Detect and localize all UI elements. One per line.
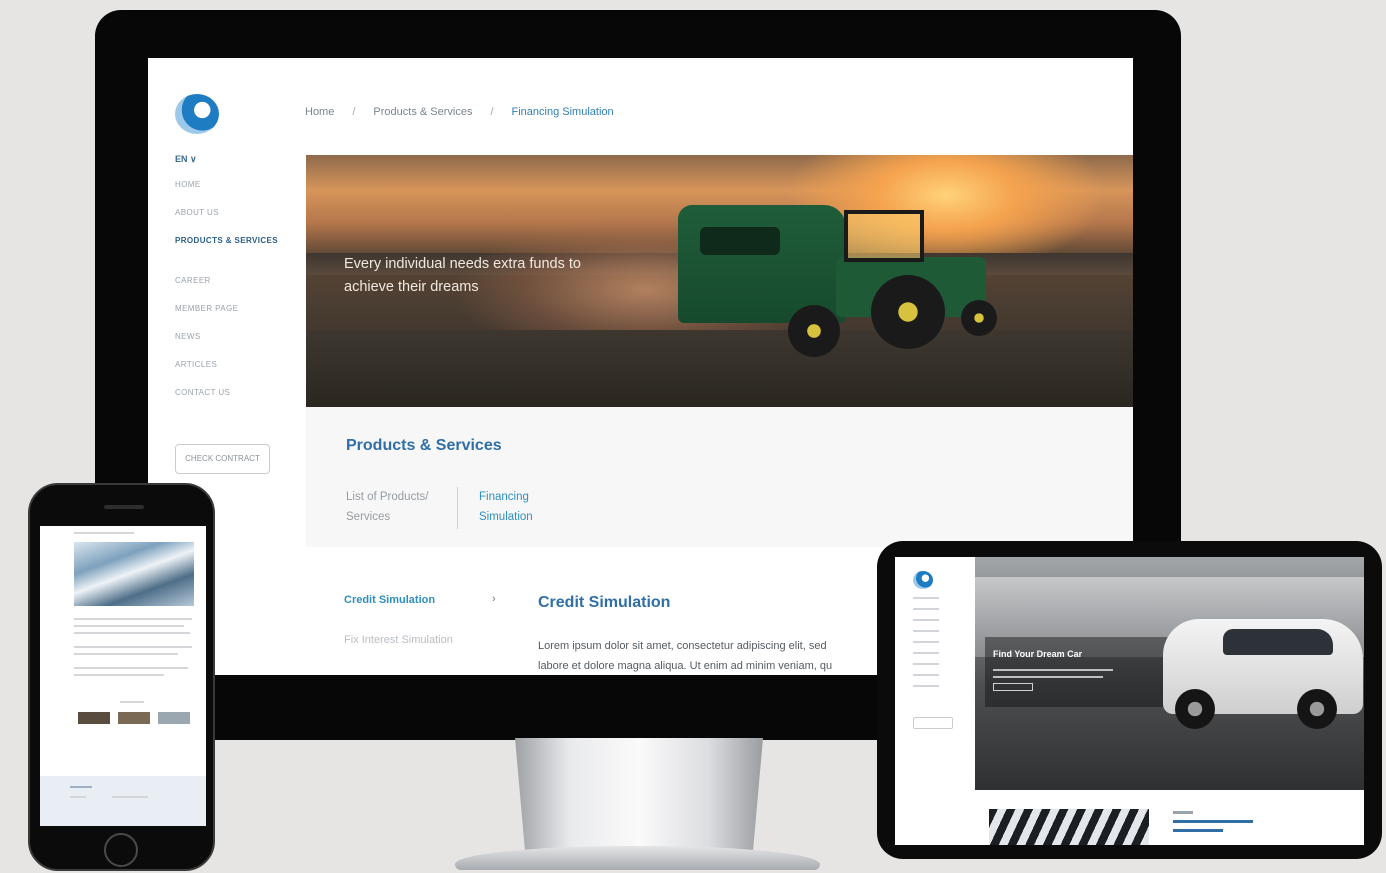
phone-footer (40, 776, 206, 826)
vertical-divider (457, 487, 458, 529)
nav-placeholder[interactable] (913, 630, 939, 632)
breadcrumb-current: Financing Simulation (511, 106, 614, 118)
text-placeholder (74, 646, 192, 648)
breadcrumb: Home / Products & Services / Financing S… (305, 106, 614, 118)
sidebar-item-member-page[interactable]: MEMBER PAGE (175, 302, 278, 330)
text-placeholder (74, 632, 190, 634)
company-logo[interactable] (913, 571, 933, 589)
sidebar-item-news[interactable]: NEWS (175, 330, 278, 358)
sidebar-item-products-services[interactable]: PRODUCTS & SERVICES (175, 234, 278, 274)
phone-screen (40, 526, 206, 826)
breadcrumb-products-services[interactable]: Products & Services (373, 106, 472, 118)
hero-description (993, 669, 1113, 696)
home-button[interactable] (104, 833, 138, 867)
tablet-sidebar-nav (913, 597, 939, 696)
nav-placeholder[interactable] (913, 597, 939, 599)
hero-tagline: Every individual needs extra funds to ac… (344, 256, 581, 295)
baler-wheel (788, 305, 840, 357)
sidebar-item-career[interactable]: CAREER (175, 274, 278, 302)
breadcrumb-separator: / (352, 106, 356, 118)
nav-placeholder[interactable] (913, 663, 939, 665)
nav-placeholder[interactable] (913, 685, 939, 687)
text-placeholder (120, 701, 144, 703)
text-placeholder (1173, 829, 1223, 832)
tablet-screen: Find Your Dream Car (895, 557, 1364, 845)
tractor-front-wheel (961, 300, 997, 336)
text-placeholder (74, 653, 178, 655)
nav-placeholder[interactable] (913, 608, 939, 610)
tractor-cab (844, 210, 924, 262)
sidebar-item-articles[interactable]: ARTICLES (175, 358, 278, 386)
nav-placeholder[interactable] (913, 674, 939, 676)
chevron-right-icon: › (492, 593, 496, 605)
language-selector[interactable]: EN ∨ (175, 154, 197, 165)
text-placeholder (993, 669, 1113, 671)
nav-placeholder[interactable] (913, 619, 939, 621)
tractor-rear-wheel (871, 275, 945, 349)
mobile-phone (28, 483, 215, 871)
text-placeholder (993, 676, 1103, 678)
sidebar-item-contact-us[interactable]: CONTACT US (175, 386, 278, 414)
tablet-device: Find Your Dream Car (877, 541, 1382, 859)
tablet-sidebar-button[interactable] (913, 717, 953, 729)
car-hero-banner: Find Your Dream Car (975, 557, 1364, 790)
hero-title: Find Your Dream Car (993, 649, 1083, 659)
section-title: Products & Services (346, 437, 502, 454)
car-front-wheel (1175, 689, 1215, 729)
car-window (1223, 629, 1333, 655)
product-list-link[interactable]: List of Products/ Services (346, 487, 451, 527)
article-preview[interactable] (1173, 811, 1253, 838)
baler-panel (700, 227, 780, 255)
breadcrumb-separator: / (490, 106, 494, 118)
text-placeholder (1173, 820, 1253, 823)
thumbnail-image[interactable] (158, 712, 190, 724)
field-ground (306, 330, 1133, 407)
sidebar-item-about-us[interactable]: ABOUT US (175, 206, 278, 234)
sidebar-item-home[interactable]: HOME (175, 178, 278, 206)
breadcrumb-home[interactable]: Home (305, 106, 334, 118)
nav-placeholder[interactable] (913, 641, 939, 643)
text-placeholder (74, 674, 164, 676)
text-placeholder (70, 796, 86, 798)
text-placeholder (70, 786, 92, 788)
hero-banner: Every individual needs extra funds to ac… (306, 155, 1133, 407)
text-placeholder (74, 532, 134, 534)
check-contract-button[interactable]: CHECK CONTRACT (175, 444, 270, 474)
monitor-stand-base (455, 846, 820, 870)
monitor-stand (515, 738, 763, 850)
financing-simulation-link[interactable]: Financing Simulation (479, 487, 559, 527)
products-services-panel: Products & Services List of Products/ Se… (306, 407, 1133, 547)
sidebar-nav: HOME ABOUT US PRODUCTS & SERVICES CAREER… (175, 178, 278, 414)
thumbnail-image[interactable] (118, 712, 150, 724)
thumbnail-image[interactable] (78, 712, 110, 724)
hero-cta-button[interactable] (993, 683, 1033, 691)
text-placeholder (112, 796, 148, 798)
content-title: Credit Simulation (538, 594, 671, 611)
company-logo[interactable] (175, 94, 219, 134)
text-placeholder (74, 667, 188, 669)
fix-interest-simulation-tab[interactable]: Fix Interest Simulation (344, 634, 453, 646)
text-placeholder (1173, 811, 1193, 814)
text-placeholder (74, 625, 184, 627)
architecture-image (74, 542, 194, 606)
phone-speaker (104, 505, 144, 509)
car-rear-wheel (1297, 689, 1337, 729)
building-image (989, 809, 1149, 845)
credit-simulation-tab[interactable]: Credit Simulation (344, 594, 435, 606)
nav-placeholder[interactable] (913, 652, 939, 654)
text-placeholder (74, 618, 192, 620)
